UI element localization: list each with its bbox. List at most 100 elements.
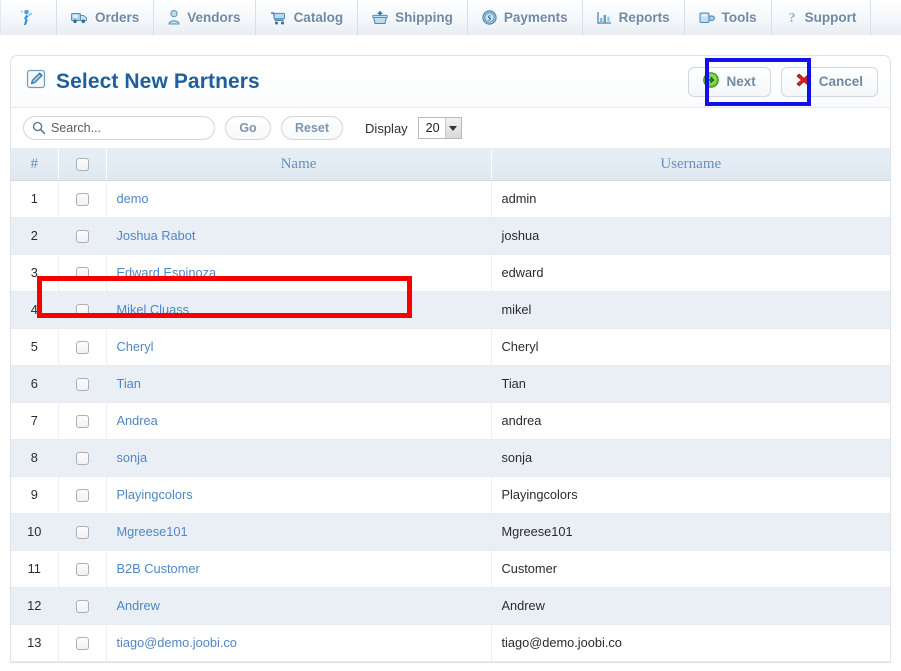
nav-item-vendors[interactable]: Vendors <box>154 0 256 35</box>
table-row[interactable]: 9 Playingcolors Playingcolors <box>11 476 890 514</box>
table-row[interactable]: 4 Mikel Cluass mikel <box>11 291 890 329</box>
table-row[interactable]: 12 Andrew Andrew <box>11 587 890 625</box>
row-name-cell: Mikel Cluass <box>106 291 492 329</box>
column-header-index[interactable]: # <box>11 149 59 181</box>
row-index: 1 <box>11 180 59 218</box>
row-checkbox[interactable] <box>75 563 89 577</box>
nav-label-vendors: Vendors <box>187 10 241 25</box>
table-row[interactable]: 3 Edward Espinoza edward <box>11 254 890 292</box>
row-select-cell[interactable] <box>58 402 107 440</box>
nav-item-payments[interactable]: $ Payments <box>468 0 583 35</box>
go-button[interactable]: Go <box>225 116 271 140</box>
row-select-cell[interactable] <box>58 365 107 403</box>
bar-chart-icon <box>597 11 612 25</box>
table-row[interactable]: 2 Joshua Rabot joshua <box>11 217 890 255</box>
row-checkbox[interactable] <box>75 230 89 244</box>
row-name-link[interactable]: sonja <box>117 450 148 465</box>
row-select-cell[interactable] <box>58 328 107 366</box>
row-checkbox[interactable] <box>75 489 89 503</box>
row-index: 6 <box>11 365 59 403</box>
row-name-link[interactable]: Cheryl <box>117 339 154 354</box>
row-name-link[interactable]: Playingcolors <box>117 487 193 502</box>
next-button-label: Next <box>726 74 756 89</box>
row-select-cell[interactable] <box>58 254 107 292</box>
row-select-cell[interactable] <box>58 476 107 514</box>
search-input[interactable] <box>49 120 214 136</box>
row-checkbox[interactable] <box>75 600 89 614</box>
row-name-link[interactable]: Tian <box>117 376 141 391</box>
column-header-name[interactable]: Name <box>106 149 492 181</box>
row-name-cell: Tian <box>106 365 492 403</box>
row-username-cell: Customer <box>491 550 890 588</box>
green-arrow-right-icon <box>703 72 720 91</box>
column-header-select-all[interactable] <box>58 149 107 181</box>
row-select-cell[interactable] <box>58 587 107 625</box>
row-name-cell: Cheryl <box>106 328 492 366</box>
row-checkbox[interactable] <box>75 526 89 540</box>
row-checkbox[interactable] <box>75 304 89 318</box>
cancel-button[interactable]: Cancel <box>780 66 878 97</box>
search-box[interactable] <box>23 116 215 140</box>
column-header-username[interactable]: Username <box>491 149 890 181</box>
row-name-link[interactable]: Andrea <box>117 413 158 428</box>
row-checkbox[interactable] <box>75 378 89 392</box>
shopping-cart-icon <box>270 11 287 25</box>
chevron-down-icon[interactable] <box>444 118 461 138</box>
row-select-cell[interactable] <box>58 513 107 551</box>
row-name-link[interactable]: demo <box>117 191 149 206</box>
nav-item-orders[interactable]: Orders <box>57 0 155 35</box>
person-icon <box>168 10 180 25</box>
select-all-checkbox[interactable] <box>75 157 89 171</box>
row-select-cell[interactable] <box>58 180 107 218</box>
nav-label-catalog: Catalog <box>293 10 344 25</box>
row-name-link[interactable]: Edward Espinoza <box>117 265 217 280</box>
wrench-icon <box>699 11 715 25</box>
row-index: 10 <box>11 513 59 551</box>
nav-item-shipping[interactable]: Shipping <box>358 0 468 35</box>
reset-button[interactable]: Reset <box>281 116 344 140</box>
row-checkbox[interactable] <box>75 637 89 651</box>
nav-item-support[interactable]: ? Support <box>772 0 872 35</box>
row-checkbox[interactable] <box>75 341 89 355</box>
table-row[interactable]: 7 Andrea andrea <box>11 402 890 440</box>
row-checkbox[interactable] <box>75 415 89 429</box>
row-name-link[interactable]: Mgreese101 <box>117 524 188 539</box>
nav-item-tools[interactable]: Tools <box>685 0 772 35</box>
table-row[interactable]: 8 sonja sonja <box>11 439 890 477</box>
row-name-link[interactable]: Andrew <box>117 598 160 613</box>
row-index: 13 <box>11 624 59 662</box>
row-select-cell[interactable] <box>58 291 107 329</box>
row-index: 8 <box>11 439 59 477</box>
table-row[interactable]: 13 tiago@demo.joobi.co tiago@demo.joobi.co <box>11 624 890 662</box>
table-row[interactable]: 6 Tian Tian <box>11 365 890 403</box>
row-index: 3 <box>11 254 59 292</box>
row-name-link[interactable]: B2B Customer <box>117 561 200 576</box>
row-index: 4 <box>11 291 59 329</box>
row-name-link[interactable]: tiago@demo.joobi.co <box>117 635 237 650</box>
nav-item-reports[interactable]: Reports <box>583 0 685 35</box>
row-select-cell[interactable] <box>58 439 107 477</box>
nav-item-home[interactable] <box>0 0 57 35</box>
row-name-cell: Playingcolors <box>106 476 492 514</box>
row-select-cell[interactable] <box>58 624 107 662</box>
row-username-cell: edward <box>491 254 890 292</box>
nav-label-payments: Payments <box>503 10 568 25</box>
row-checkbox[interactable] <box>75 267 89 281</box>
table-row[interactable]: 1 demo admin <box>11 180 890 218</box>
row-index: 2 <box>11 217 59 255</box>
table-row[interactable]: 5 Cheryl Cheryl <box>11 328 890 366</box>
row-checkbox[interactable] <box>75 452 89 466</box>
nav-item-catalog[interactable]: Catalog <box>256 0 359 35</box>
row-select-cell[interactable] <box>58 217 107 255</box>
main-panel: Select New Partners Next Cancel Search..… <box>10 55 891 663</box>
row-name-link[interactable]: Mikel Cluass <box>117 302 190 317</box>
display-count-select[interactable]: 20 <box>417 117 462 139</box>
row-name-link[interactable]: Joshua Rabot <box>117 228 196 243</box>
table-row[interactable]: 10 Mgreese101 Mgreese101 <box>11 513 890 551</box>
row-checkbox[interactable] <box>75 193 89 207</box>
row-select-cell[interactable] <box>58 550 107 588</box>
next-button[interactable]: Next <box>688 66 771 97</box>
row-username-cell: andrea <box>491 402 890 440</box>
row-username-cell: sonja <box>491 439 890 477</box>
table-row[interactable]: 11 B2B Customer Customer <box>11 550 890 588</box>
